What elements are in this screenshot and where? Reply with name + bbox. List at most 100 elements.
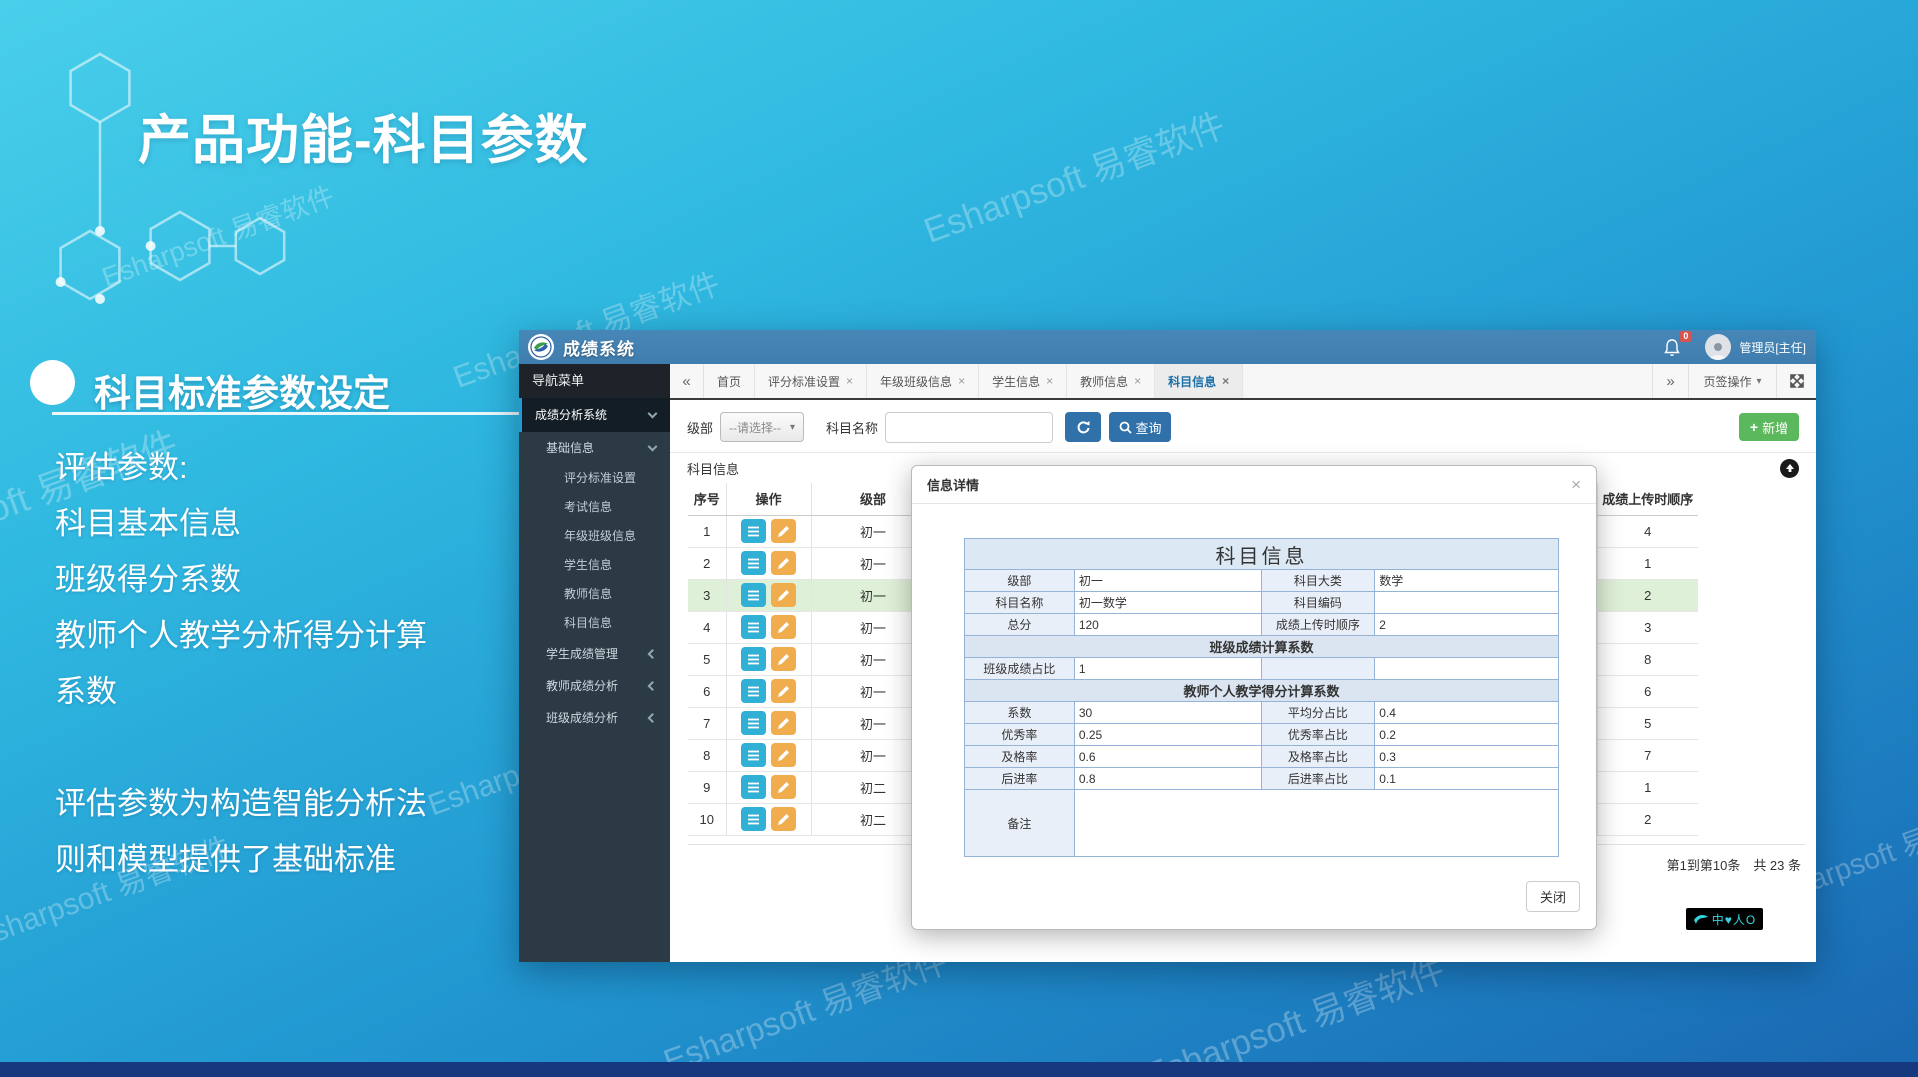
field-label: 科目编码	[1261, 592, 1375, 614]
subject-name-input[interactable]	[885, 412, 1053, 443]
fullscreen-icon[interactable]	[1776, 364, 1816, 398]
edit-icon[interactable]	[771, 743, 796, 767]
detail-icon[interactable]	[741, 679, 766, 703]
detail-icon[interactable]	[741, 743, 766, 767]
cell-seq: 7	[688, 707, 726, 739]
edit-icon[interactable]	[771, 711, 796, 735]
close-icon[interactable]: ×	[1222, 374, 1229, 388]
detail-icon[interactable]	[741, 551, 766, 575]
edit-icon[interactable]	[771, 807, 796, 831]
detail-icon[interactable]	[741, 807, 766, 831]
tab-ops-label: 页签操作	[1703, 373, 1751, 390]
tab-grade-class-info[interactable]: 年级班级信息 ×	[867, 364, 979, 398]
avatar[interactable]	[1705, 334, 1731, 360]
subject-name-label: 科目名称	[826, 418, 878, 437]
slide: Esharpsoft 易睿软件 Esharpsoft 易睿软件 Esharpso…	[0, 0, 1918, 1077]
edit-icon[interactable]	[771, 519, 796, 543]
feature-line: 班级得分系数	[55, 552, 427, 608]
detail-icon[interactable]	[741, 519, 766, 543]
section-header: 教师个人教学得分计算系数	[965, 680, 1559, 702]
sidebar-item-subject-info[interactable]: 科目信息	[519, 609, 670, 638]
sidebar-nav-header: 导航菜单	[519, 364, 670, 398]
query-button[interactable]: 查询	[1109, 412, 1171, 442]
sidebar-item-exam-info[interactable]: 考试信息	[519, 493, 670, 522]
cell-seq: 10	[688, 803, 726, 835]
query-label: 查询	[1136, 418, 1162, 437]
notifications-button[interactable]: 0	[1663, 335, 1689, 359]
tab-operations-dropdown[interactable]: 页签操作 ▾	[1688, 364, 1776, 398]
chevron-left-icon	[648, 681, 658, 691]
collapse-panel-icon[interactable]	[1780, 459, 1799, 478]
cell-seq: 8	[688, 739, 726, 771]
field-value: 数学	[1375, 570, 1559, 592]
bullet-circle	[30, 360, 75, 405]
field-value: 0.4	[1375, 702, 1559, 724]
remark-label: 备注	[965, 790, 1075, 857]
tab-scoring-standard[interactable]: 评分标准设置 ×	[755, 364, 867, 398]
sidebar-item-student-score-mgmt[interactable]: 学生成绩管理	[519, 638, 670, 670]
modal-close-button[interactable]: 关闭	[1526, 881, 1580, 912]
detail-icon[interactable]	[741, 775, 766, 799]
edit-icon[interactable]	[771, 775, 796, 799]
tab-teacher-info[interactable]: 教师信息 ×	[1067, 364, 1155, 398]
cell-seq: 6	[688, 675, 726, 707]
remark-value	[1074, 790, 1558, 857]
cell-op	[726, 707, 811, 739]
close-icon[interactable]: ×	[1134, 374, 1141, 388]
close-icon[interactable]: ×	[958, 374, 965, 388]
tabs-scroll-right-icon[interactable]: »	[1652, 364, 1688, 398]
field-value: 初一	[1074, 570, 1261, 592]
chevron-left-icon	[648, 649, 658, 659]
sidebar-item-scoring-standard[interactable]: 评分标准设置	[519, 464, 670, 493]
tab-student-info[interactable]: 学生信息 ×	[979, 364, 1067, 398]
tab-subject-info[interactable]: 科目信息 ×	[1155, 364, 1243, 398]
plus-icon: +	[1750, 419, 1758, 435]
sidebar-item-teacher-score-analysis[interactable]: 教师成绩分析	[519, 670, 670, 702]
user-name[interactable]: 管理员[主任]	[1739, 339, 1806, 356]
tab-label: 学生信息	[992, 373, 1040, 390]
detail-icon[interactable]	[741, 647, 766, 671]
edit-icon[interactable]	[771, 583, 796, 607]
tabs-scroll-left-icon[interactable]: «	[670, 364, 704, 398]
close-icon[interactable]: ×	[846, 374, 853, 388]
col-order: 成绩上传时顺序	[1597, 483, 1698, 515]
sidebar-item-teacher-info[interactable]: 教师信息	[519, 580, 670, 609]
watermark: Esharpsoft 易睿软件	[916, 97, 1231, 253]
cell-order: 2	[1597, 803, 1698, 835]
cell-seq: 1	[688, 515, 726, 547]
field-label: 优秀率占比	[1261, 724, 1375, 746]
sidebar-item-grade-class-info[interactable]: 年级班级信息	[519, 522, 670, 551]
cell-op	[726, 547, 811, 579]
add-button[interactable]: + 新增	[1739, 413, 1799, 441]
app-logo-icon	[528, 334, 554, 360]
sidebar-item-class-score-analysis[interactable]: 班级成绩分析	[519, 702, 670, 734]
edit-icon[interactable]	[771, 551, 796, 575]
reset-button[interactable]	[1065, 412, 1101, 442]
cell-op	[726, 515, 811, 547]
edit-icon[interactable]	[771, 679, 796, 703]
sidebar-item-score-analysis-system[interactable]: 成绩分析系统	[519, 398, 670, 432]
grade-filter-label: 级部	[687, 418, 713, 437]
sidebar-item-basic-info[interactable]: 基础信息	[519, 432, 670, 464]
tab-home[interactable]: 首页	[704, 364, 755, 398]
feature-line: 评估参数:	[55, 440, 427, 496]
tab-right-controls: » 页签操作 ▾	[1652, 364, 1816, 398]
cell-op	[726, 611, 811, 643]
close-icon[interactable]: ×	[1046, 374, 1053, 388]
cell-order: 8	[1597, 643, 1698, 675]
modal-header: 信息详情 ×	[912, 466, 1596, 504]
field-label: 科目大类	[1261, 570, 1375, 592]
detail-icon[interactable]	[741, 615, 766, 639]
field-value: 1	[1074, 658, 1261, 680]
edit-icon[interactable]	[771, 647, 796, 671]
grade-select[interactable]: --请选择-- ▾	[720, 412, 804, 442]
field-value	[1375, 658, 1559, 680]
close-icon[interactable]: ×	[1571, 476, 1581, 493]
cell-order: 7	[1597, 739, 1698, 771]
edit-icon[interactable]	[771, 615, 796, 639]
detail-icon[interactable]	[741, 583, 766, 607]
molecule-decoration-icon	[50, 35, 350, 370]
section-heading: 科目标准参数设定	[94, 363, 390, 417]
sidebar-item-student-info[interactable]: 学生信息	[519, 551, 670, 580]
detail-icon[interactable]	[741, 711, 766, 735]
